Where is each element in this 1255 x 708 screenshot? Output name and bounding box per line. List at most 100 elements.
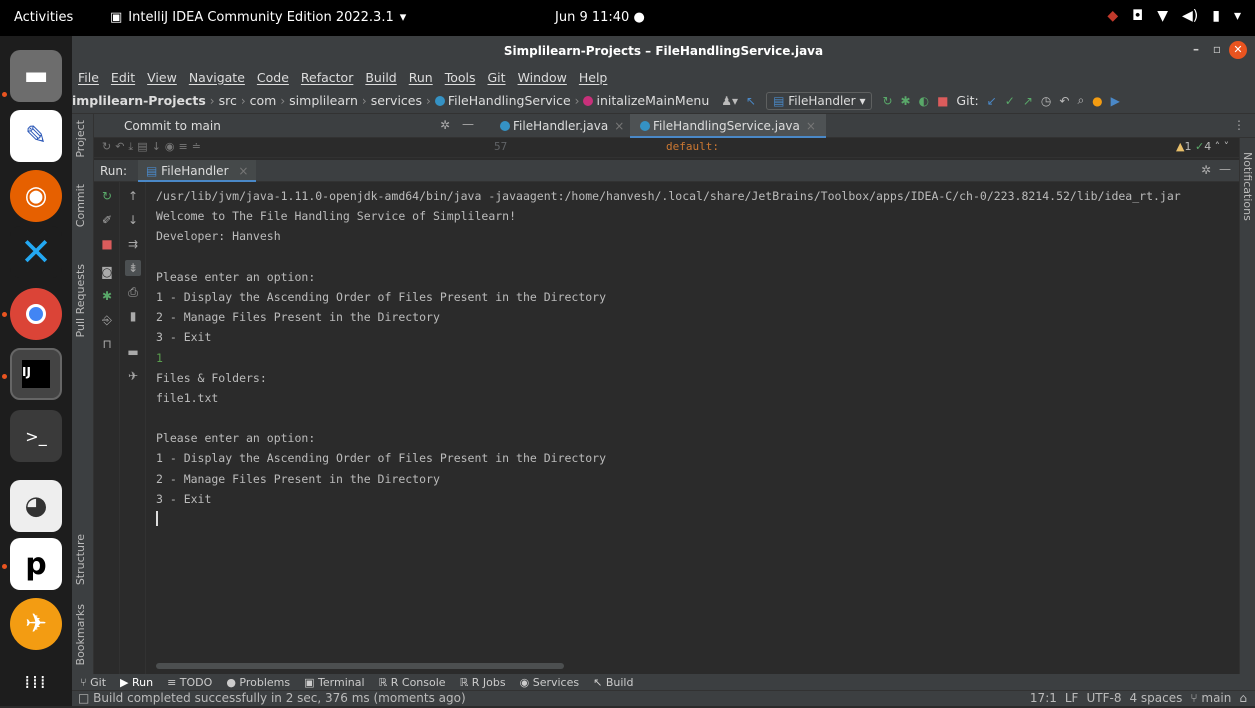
menu-window[interactable]: Window [518,70,567,85]
search-icon[interactable]: ⌕ [1077,93,1084,108]
console-input-line[interactable] [156,509,1229,529]
down-icon[interactable]: ↓ [125,212,141,228]
tab-todo[interactable]: ≡ TODO [167,676,212,689]
layout-icon[interactable]: ▬ [125,344,141,360]
gear-icon[interactable]: ✲ [1201,163,1211,177]
files-icon[interactable]: ▬ [10,50,62,102]
rerun-icon[interactable]: ↻ [99,188,115,204]
menu-git[interactable]: Git [488,70,506,85]
menu-help[interactable]: Help [579,70,608,85]
tab-build[interactable]: ↖ Build [593,676,633,689]
structure-tab[interactable]: Structure [74,534,87,585]
up-icon[interactable]: ↑ [125,188,141,204]
file-encoding[interactable]: UTF-8 [1086,691,1121,705]
menu-build[interactable]: Build [365,70,396,85]
breadcrumb-com[interactable]: com [250,93,277,108]
debug-icon[interactable]: ✱ [99,288,115,304]
tab-r-jobs[interactable]: ℝ R Jobs [460,676,506,689]
stop-icon[interactable]: ■ [937,94,948,108]
menu-code[interactable]: Code [257,70,289,85]
close-button[interactable]: ✕ [1229,41,1247,59]
intellij-icon[interactable]: IJ [10,348,62,400]
rollback-icon[interactable]: ↶ [1059,94,1069,108]
rerun-icon[interactable]: ↻ [882,94,892,108]
user-icon[interactable]: ♟▾ [721,94,738,108]
breadcrumb-class[interactable]: FileHandlingService [434,93,571,108]
tab-services[interactable]: ◉ Services [520,676,580,689]
tab-run[interactable]: ▶ Run [120,676,153,689]
pin-icon[interactable]: ⊓ [99,336,115,352]
caret-position[interactable]: 17:1 [1030,691,1057,705]
menu-run[interactable]: Run [409,70,433,85]
git-commit-icon[interactable]: ✓ [1005,94,1015,108]
console-output[interactable]: /usr/lib/jvm/java-1.11.0-openjdk-amd64/b… [146,182,1239,666]
tab-r-console[interactable]: ℝ R Console [379,676,446,689]
jetbrains-icon[interactable]: ▶ [1111,94,1120,108]
maximize-button[interactable]: ▫ [1213,42,1221,56]
run-config-select[interactable]: ▤ FileHandler ▾ [766,91,873,110]
menu-refactor[interactable]: Refactor [301,70,353,85]
scroll-to-end-icon[interactable]: ⇟ [125,260,141,276]
git-branch[interactable]: ⑂ main [1190,691,1231,705]
vscode-icon[interactable]: ✕ [10,226,62,278]
tab-git[interactable]: ⑂ Git [80,676,106,689]
pull-requests-tab[interactable]: Pull Requests [74,264,87,337]
lock-icon[interactable]: ⌂ [1239,691,1247,705]
gear-icon[interactable]: ✲ [440,118,450,132]
menu-edit[interactable]: Edit [111,70,135,85]
breadcrumb-method[interactable]: initalizeMainMenu [583,93,709,108]
tab-filehandlingservice[interactable]: FileHandlingService.java × [630,114,826,138]
activities-button[interactable]: Activities [14,10,73,25]
wrench-icon[interactable]: ✐ [99,212,115,228]
indent-setting[interactable]: 4 spaces [1129,691,1182,705]
close-icon[interactable]: × [806,119,816,133]
minimize-button[interactable]: – [1193,42,1199,56]
breadcrumb-project[interactable]: implilearn-Projects [72,93,206,108]
close-icon[interactable]: × [614,119,624,133]
hide-icon[interactable]: — [1219,162,1231,176]
firefox-icon[interactable]: ◉ [10,170,62,222]
project-tab[interactable]: Project [74,120,87,158]
history-icon[interactable]: ◷ [1041,94,1051,108]
print-icon[interactable]: ⎙ [125,284,141,300]
status-message[interactable]: □ Build completed successfully in 2 sec,… [78,691,466,705]
trash-icon[interactable]: ▮ [125,308,141,324]
breadcrumb-src[interactable]: src [219,93,237,108]
terminal-icon[interactable]: >_ [10,410,62,462]
menu-view[interactable]: View [147,70,177,85]
stop-icon[interactable]: ■ [99,236,115,252]
text-editor-icon[interactable]: ✎ [10,110,62,162]
line-separator[interactable]: LF [1065,691,1079,705]
gimp-icon[interactable]: ◕ [10,480,62,532]
git-push-icon[interactable]: ↗ [1023,94,1033,108]
postman-icon[interactable]: ✈ [10,598,62,650]
breadcrumb-services[interactable]: services [371,93,422,108]
camera-icon[interactable]: ◙ [99,264,115,280]
app-menu[interactable]: ▣ IntelliJ IDEA Community Edition 2022.3… [110,10,406,25]
show-apps-icon[interactable]: ⁞⁞⁞ [10,656,62,708]
more-tabs-icon[interactable]: ⋮ [1233,118,1245,132]
close-icon[interactable]: × [238,164,248,178]
clock[interactable]: Jun 9 11:40 ● [555,10,645,25]
chrome-icon[interactable] [10,288,62,340]
menu-tools[interactable]: Tools [445,70,476,85]
commit-toolbar-icons[interactable]: ↻↶⤓▤↓◉≡≐ [102,140,205,154]
pin-tab-icon[interactable]: ✈ [125,368,141,384]
soft-wrap-icon[interactable]: ⇉ [125,236,141,252]
exit-icon[interactable]: ⎆ [99,312,115,328]
back-icon[interactable]: ↖ [746,94,756,108]
bookmarks-tab[interactable]: Bookmarks [74,604,87,665]
menu-file[interactable]: File [78,70,99,85]
update-icon[interactable]: ● [1092,94,1102,108]
pcloud-icon[interactable]: p [10,538,62,590]
system-tray[interactable]: ◆ ◘ ▼ ◀) ▮ ▾ [1107,8,1241,24]
tab-filehandler[interactable]: FileHandler.java × [490,114,634,138]
coverage-icon[interactable]: ◐ [919,94,929,108]
window-titlebar[interactable]: Simplilearn-Projects – FileHandlingServi… [72,36,1255,66]
debug-icon[interactable]: ✱ [901,94,911,108]
tab-terminal[interactable]: ▣ Terminal [304,676,364,689]
horizontal-scrollbar[interactable] [156,663,564,669]
run-tab-filehandler[interactable]: ▤ FileHandler × [138,160,257,182]
hide-icon[interactable]: — [462,117,474,131]
notifications-tab[interactable]: Notifications [1241,152,1254,221]
